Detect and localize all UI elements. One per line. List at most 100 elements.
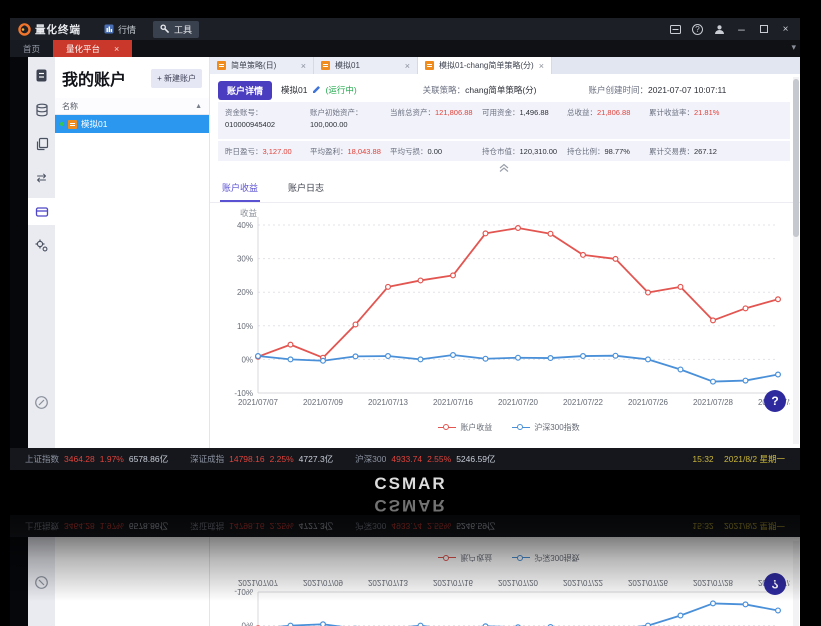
running-status: (运行中) [325, 84, 356, 96]
vertical-scrollbar[interactable] [793, 77, 799, 444]
tab-home-label: 首页 [23, 43, 40, 55]
account-list-header[interactable]: 名称 ▲ [55, 98, 209, 115]
clock-icon[interactable] [28, 389, 55, 416]
edit-icon[interactable] [312, 85, 321, 96]
transfer-icon[interactable]: ⇄ [28, 164, 55, 191]
user-icon[interactable] [713, 23, 726, 36]
close-icon[interactable]: × [539, 61, 544, 71]
status-bar: 上证指数3464.281.97%6578.86亿深证成指14798.162.25… [10, 448, 800, 470]
svg-text:0%: 0% [241, 621, 253, 626]
window-controls: ? – × [669, 23, 792, 36]
scrollbar-thumb[interactable] [793, 79, 799, 237]
doc-tab[interactable]: 模拟01-chang简单策略(分) × [418, 57, 552, 74]
tab-quant-platform[interactable]: 量化平台 × [53, 40, 132, 57]
main-area: ⇄ 我的账户 + 新建账户 名称 ▲ 模拟0 [10, 57, 800, 448]
app-window: 量化终端 行情 工具 [10, 18, 800, 470]
stats-row-1: 资金账号：010000945402账户初始资产：100,000.00当前总资产：… [218, 102, 790, 139]
created-value: 2021-07-07 10:07:11 [648, 85, 726, 95]
message-icon[interactable] [669, 23, 682, 36]
help-icon[interactable]: ? [691, 23, 704, 36]
tab-quant-platform-label: 量化平台 [66, 43, 100, 55]
linked-strategy-value: chang简单策略(分) [465, 85, 536, 95]
copy-icon[interactable] [28, 130, 55, 157]
detail-account-name: 模拟01 [281, 84, 307, 96]
stat-field: 当前总资产：121,806.88 [390, 107, 482, 139]
menu-item-tools[interactable]: 工具 [153, 21, 199, 38]
svg-text:-10%: -10% [234, 587, 253, 596]
status-time: 15:32 [692, 454, 713, 464]
status-date: 2021/8/2 星期一 [724, 454, 785, 464]
svg-text:2021/07/16: 2021/07/16 [433, 578, 474, 587]
help-button[interactable]: ? [764, 390, 786, 412]
close-icon[interactable]: × [114, 44, 119, 54]
database-icon[interactable] [28, 96, 55, 123]
market-icon [104, 24, 114, 34]
svg-text:2021/07/30: 2021/07/30 [758, 578, 790, 587]
doc-tab[interactable]: 模拟01 × [314, 57, 418, 74]
svg-text:2021/07/28: 2021/07/28 [693, 578, 734, 587]
svg-text:10%: 10% [237, 322, 253, 331]
watermark: CSMAR CSMAR [0, 474, 821, 515]
doc-tab-label: 模拟01-chang简单策略(分) [439, 60, 534, 71]
tab-account-returns[interactable]: 账户收益 [220, 181, 260, 202]
doc-tab[interactable]: 简单策略(日) × [210, 57, 314, 74]
card-icon[interactable] [28, 198, 55, 225]
legend-item[interactable]: 沪深300指数 [512, 422, 579, 433]
menu-item-market[interactable]: 行情 [97, 21, 143, 38]
account-list-item[interactable]: 模拟01 [55, 115, 209, 133]
svg-text:2021/07/13: 2021/07/13 [368, 578, 409, 587]
accounts-panel: 我的账户 + 新建账户 名称 ▲ 模拟01 [55, 57, 210, 448]
svg-text:2021/07/22: 2021/07/22 [563, 398, 604, 407]
tab-account-log[interactable]: 账户日志 [286, 181, 326, 202]
account-file-icon [68, 120, 77, 129]
new-account-button[interactable]: + 新建账户 [151, 69, 202, 88]
svg-text:2021/07/22: 2021/07/22 [563, 578, 604, 587]
stat-field: 平均亏损：0.00 [390, 146, 482, 157]
stat-field: 持仓市值：120,310.00 [482, 146, 567, 157]
name-column-label: 名称 [62, 101, 78, 112]
menu-label-tools: 工具 [174, 23, 192, 36]
file-icon [425, 61, 434, 70]
close-icon[interactable]: × [405, 61, 410, 71]
svg-text:2021/07/07: 2021/07/07 [238, 578, 279, 587]
account-name: 模拟01 [81, 118, 107, 130]
brand: 量化终端 [18, 22, 81, 37]
content-tab-bar: 账户收益 账户日志 [210, 174, 800, 203]
icon-rail: ⇄ [28, 57, 55, 448]
page-tab-bar: 首页 量化平台 × ▾ [10, 40, 800, 57]
sort-asc-icon[interactable]: ▲ [195, 103, 202, 110]
minimize-icon[interactable]: – [735, 23, 748, 36]
reflection: 量化终端 行情 工具 [10, 515, 800, 626]
restore-icon[interactable] [757, 23, 770, 36]
legend-item[interactable]: 账户收益 [438, 422, 492, 433]
tab-overflow-icon[interactable]: ▾ [791, 42, 796, 53]
wrench-icon [160, 24, 170, 34]
stat-field: 平均盈利：18,043.88 [310, 146, 390, 157]
collapse-chevron-icon[interactable] [218, 161, 790, 174]
account-book-icon[interactable] [28, 62, 55, 89]
chart-legend: 账户收益 沪深300指数 [218, 422, 800, 433]
left-dark-strip [10, 57, 28, 448]
svg-text:2021/07/09: 2021/07/09 [303, 578, 344, 587]
svg-text:2021/07/16: 2021/07/16 [433, 398, 474, 407]
svg-text:2021/07/20: 2021/07/20 [498, 398, 539, 407]
index-quote: 深证成指14798.162.25%4727.3亿 [190, 454, 333, 464]
menu-label-market: 行情 [118, 23, 136, 36]
watermark-mirror: CSMAR [0, 495, 821, 515]
account-details-badge: 账户详情 [218, 81, 272, 100]
stat-field: 累计收益率：21.81% [649, 107, 790, 139]
close-icon[interactable]: × [779, 23, 792, 36]
stat-field: 持仓比例：98.77% [567, 146, 649, 157]
gears-icon[interactable] [28, 232, 55, 259]
doc-tab-label: 模拟01 [335, 60, 400, 71]
svg-text:20%: 20% [237, 288, 253, 297]
close-icon[interactable]: × [301, 61, 306, 71]
stat-field: 可用资金：1,496.88 [482, 107, 567, 139]
svg-text:收益: 收益 [240, 208, 258, 218]
tab-home[interactable]: 首页 [10, 40, 53, 57]
title-bar: 量化终端 行情 工具 [10, 18, 800, 40]
svg-text:2021/07/20: 2021/07/20 [498, 578, 539, 587]
svg-text:2021/07/28: 2021/07/28 [693, 398, 734, 407]
clock: 15:32 2021/8/2 星期一 [692, 453, 785, 465]
doc-tab-label: 简单策略(日) [231, 60, 296, 71]
